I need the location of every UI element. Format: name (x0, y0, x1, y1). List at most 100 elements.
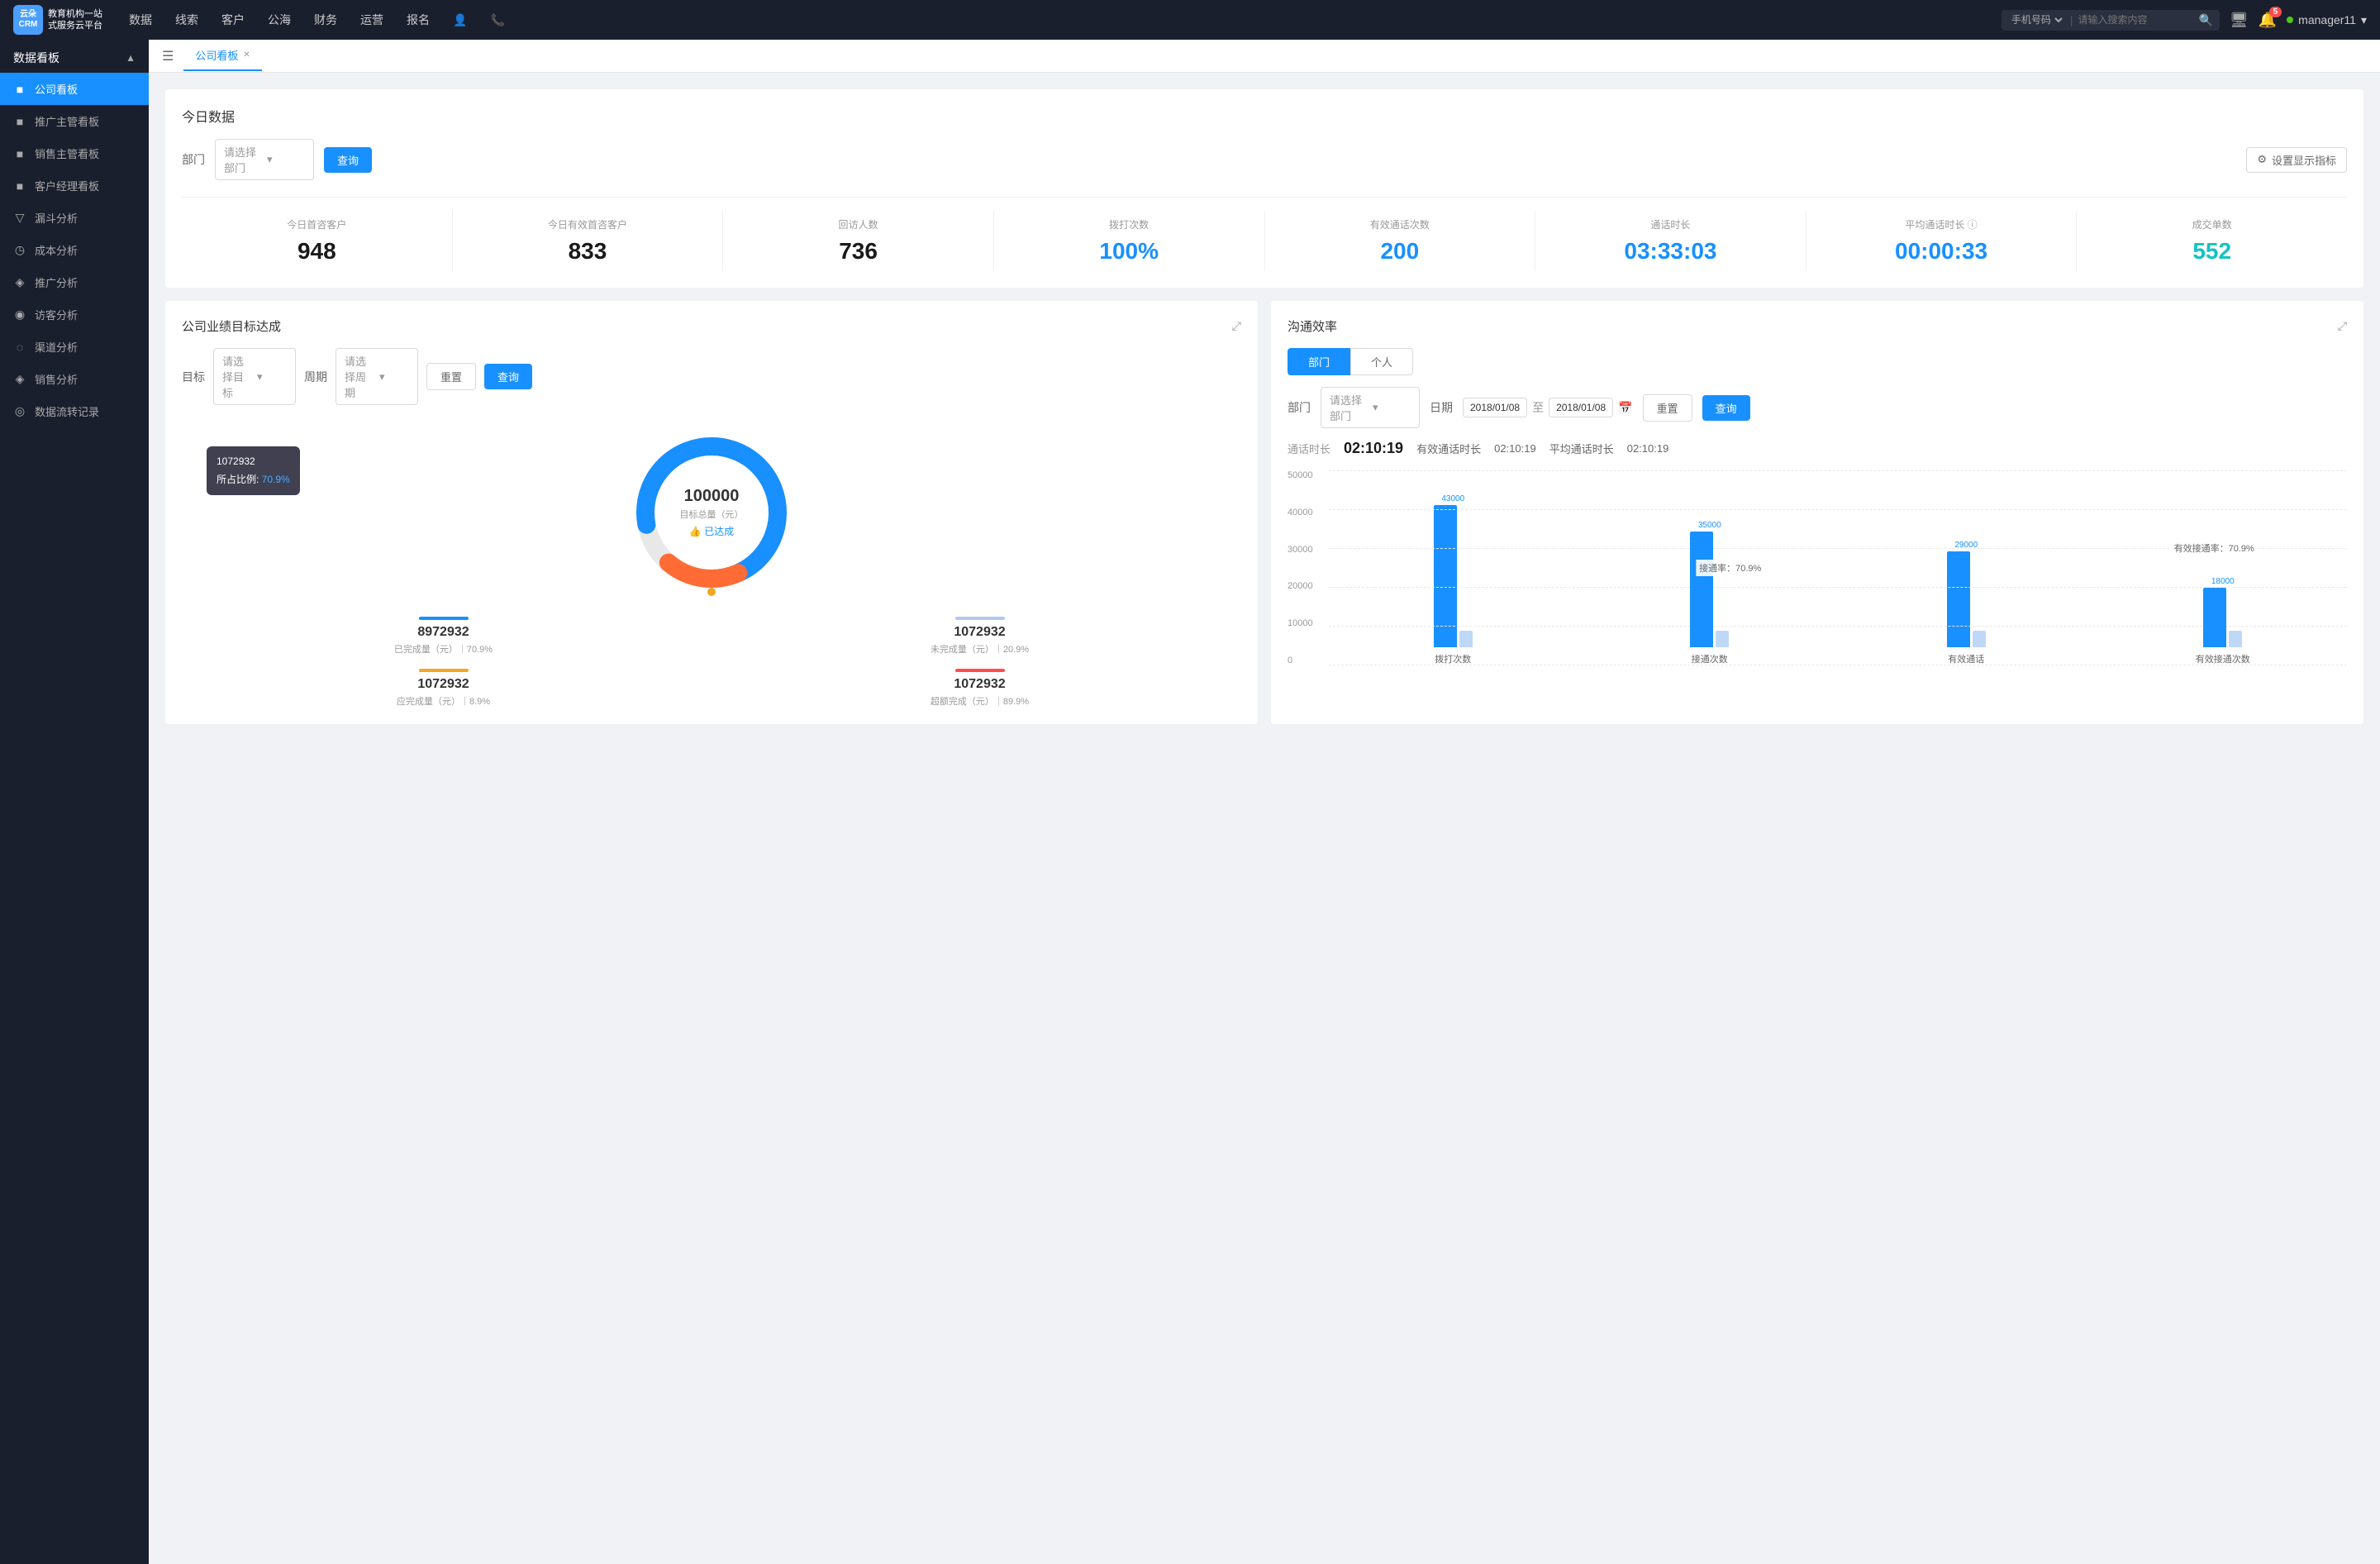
sidebar-item-label: 公司看板 (35, 81, 78, 97)
completed-label: 已完成量（元）｜70.9% (182, 642, 705, 656)
nav-leads[interactable]: 线索 (175, 12, 198, 28)
nav-signup[interactable]: 报名 (407, 12, 430, 28)
period-label: 周期 (304, 369, 327, 385)
sidebar-collapse-icon[interactable]: ▲ (126, 52, 136, 64)
date-range: 2018/01/08 至 2018/01/08 📅 (1463, 398, 1633, 417)
sidebar-item-funnel[interactable]: ▽ 漏斗分析 (0, 202, 149, 234)
period-select-arrow: ▾ (379, 370, 409, 384)
stat-avg-duration-label: 平均通话时长 ⓘ (1806, 217, 2077, 231)
date-from-input[interactable]: 2018/01/08 (1463, 398, 1527, 417)
stat-first-consult-value: 948 (182, 238, 452, 265)
date-separator: 至 (1532, 399, 1544, 416)
effective-call-value: 02:10:19 (1494, 442, 1536, 455)
comm-query-button[interactable]: 查询 (1702, 395, 1750, 421)
bar-group-dial: 43000 拨打次数 (1329, 470, 1578, 665)
comm-tab-person[interactable]: 个人 (1350, 348, 1413, 375)
over-complete-value: 1072932 (718, 677, 1241, 692)
bar-x-label-eff-connect: 有效接通次数 (2196, 652, 2250, 665)
should-complete-bar (419, 669, 469, 672)
sidebar-item-channel[interactable]: ◌ 渠道分析 (0, 331, 149, 363)
comm-panel-title: 沟通效率 ⤢ (1288, 317, 2347, 335)
settings-display-button[interactable]: ⚙ 设置显示指标 (2246, 147, 2347, 173)
tooltip-pct: 70.9% (262, 474, 290, 485)
sidebar-item-label: 成本分析 (35, 242, 78, 258)
sidebar-item-account-manager[interactable]: ■ 客户经理看板 (0, 169, 149, 202)
comm-tab-dept[interactable]: 部门 (1288, 348, 1350, 375)
sidebar-item-promo-manager[interactable]: ■ 推广主管看板 (0, 105, 149, 137)
goal-query-button[interactable]: 查询 (484, 364, 532, 389)
sidebar-group-header[interactable]: 数据看板 ▲ (0, 40, 149, 73)
donut-tooltip: 1072932 所占比例: 70.9% (207, 446, 300, 495)
search-type-select[interactable]: 手机号码 (2008, 13, 2065, 26)
nav-operations[interactable]: 运营 (360, 12, 383, 28)
nav-finance[interactable]: 财务 (314, 12, 337, 28)
company-board-icon: ■ (13, 83, 26, 96)
comm-reset-button[interactable]: 重置 (1643, 394, 1692, 422)
bar-pair-4 (2203, 588, 2242, 647)
monitor-icon[interactable]: 🖥 (2230, 12, 2249, 29)
sidebar-item-data-transfer[interactable]: ◎ 数据流转记录 (0, 395, 149, 427)
period-select[interactable]: 请选择周期 ▾ (336, 348, 418, 405)
y-tick-40000: 40000 (1288, 508, 1329, 517)
goal-reset-button[interactable]: 重置 (426, 363, 476, 390)
bar-pair-2 (1690, 532, 1729, 647)
completed-value: 8972932 (182, 625, 705, 640)
search-icon[interactable]: 🔍 (2198, 13, 2212, 27)
today-stats-row: 今日首咨客户 948 今日有效首咨客户 833 回访人数 736 拨打次数 10… (182, 197, 2347, 271)
stat-avg-duration-value: 00:00:33 (1806, 238, 2077, 265)
sidebar-item-label: 客户经理看板 (35, 178, 99, 193)
goal-completed: 8972932 已完成量（元）｜70.9% (182, 617, 705, 656)
goal-expand-icon[interactable]: ⤢ (1232, 319, 1241, 333)
notification-badge: 5 (2269, 7, 2282, 17)
sidebar-group-label: 数据看板 (13, 50, 60, 66)
bar-x-label-dial: 拨打次数 (1435, 652, 1471, 665)
sidebar-item-label: 访客分析 (35, 307, 78, 322)
tab-menu-icon[interactable]: ☰ (162, 48, 174, 64)
nav-data[interactable]: 数据 (129, 12, 152, 28)
tab-company-board[interactable]: 公司看板 ✕ (183, 41, 261, 71)
calendar-icon[interactable]: 📅 (1618, 401, 1632, 415)
should-complete-label: 应完成量（元）｜8.9% (182, 694, 705, 708)
stat-avg-duration: 平均通话时长 ⓘ 00:00:33 (1806, 211, 2078, 271)
sidebar-item-visitor[interactable]: ◉ 访客分析 (0, 298, 149, 331)
comm-expand-icon[interactable]: ⤢ (2338, 319, 2347, 333)
avg-call-label: 平均通话时长 (1549, 441, 1614, 456)
nav-public-sea[interactable]: 公海 (268, 12, 291, 28)
user-dropdown-icon[interactable]: ▾ (2361, 13, 2367, 27)
bar-pair-1 (1434, 505, 1473, 647)
goal-uncompleted: 1072932 未完成量（元）｜20.9% (718, 617, 1241, 656)
nav-person-icon[interactable]: 👤 (453, 13, 467, 27)
sidebar-item-label: 数据流转记录 (35, 403, 99, 419)
bar-label-29000: 29000 (1954, 541, 1978, 550)
completed-bar (419, 617, 469, 620)
sidebar-item-sales-manager[interactable]: ■ 销售主管看板 (0, 137, 149, 169)
nav-phone-icon[interactable]: 📞 (490, 13, 504, 27)
sidebar-item-label: 推广分析 (35, 274, 78, 290)
sidebar-item-sales[interactable]: ◈ 销售分析 (0, 363, 149, 395)
tab-bar: ☰ 公司看板 ✕ (149, 40, 2380, 73)
over-complete-label: 超额完成（元）｜89.9% (718, 694, 1241, 708)
logo-text: 教育机构一站式服务云平台 (48, 8, 102, 32)
y-tick-10000: 10000 (1288, 618, 1329, 628)
dept-select[interactable]: 请选择部门 ▾ (215, 139, 314, 180)
bar-chart: 50000 40000 30000 20000 10000 0 (1288, 470, 2347, 685)
nav-customer[interactable]: 客户 (221, 12, 245, 28)
sidebar-item-company-board[interactable]: ■ 公司看板 (0, 73, 149, 105)
search-input[interactable] (2078, 14, 2193, 26)
stat-deals-value: 552 (2077, 238, 2347, 265)
comm-filter-row: 部门 请选择部门 ▾ 日期 2018/01/08 至 2018/01/08 📅 (1288, 387, 2347, 428)
today-section-title: 今日数据 (182, 106, 2347, 126)
notification-icon[interactable]: 🔔 5 (2259, 12, 2277, 29)
date-to-input[interactable]: 2018/01/08 (1549, 398, 1613, 417)
sidebar-item-promo-analysis[interactable]: ◈ 推广分析 (0, 266, 149, 298)
y-tick-50000: 50000 (1288, 470, 1329, 480)
bar-x-label-connect: 接通次数 (1692, 652, 1728, 665)
today-query-button[interactable]: 查询 (324, 147, 372, 173)
sales-icon: ◈ (13, 372, 26, 386)
comm-panel: 沟通效率 ⤢ 部门 个人 部门 请选择部门 ▾ 日期 (1271, 301, 2363, 724)
goal-select[interactable]: 请选择目标 ▾ (213, 348, 296, 405)
tab-close-icon[interactable]: ✕ (243, 50, 250, 60)
sidebar-item-cost[interactable]: ◷ 成本分析 (0, 234, 149, 266)
comm-dept-select[interactable]: 请选择部门 ▾ (1321, 387, 1420, 428)
user-info[interactable]: manager11 ▾ (2287, 13, 2367, 27)
